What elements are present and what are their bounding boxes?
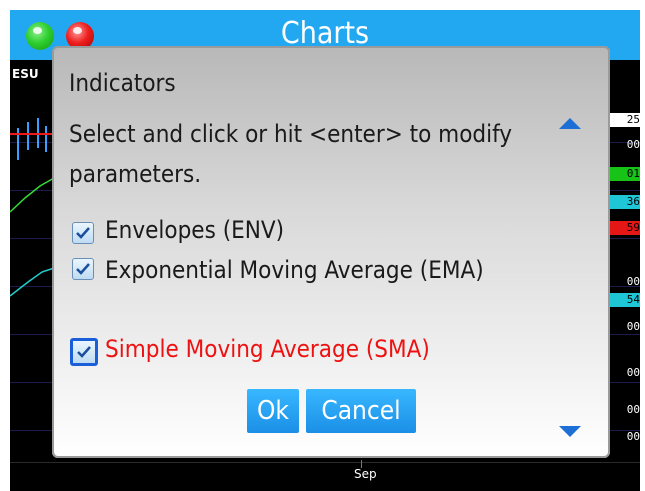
x-axis-line xyxy=(10,462,640,463)
dialog-title: Indicators xyxy=(69,69,176,97)
indicators-dialog: Indicators Select and click or hit <ente… xyxy=(52,46,610,458)
price-tag: 59 xyxy=(606,221,640,235)
price-tag: 54 xyxy=(606,293,640,307)
price-tag: 01 xyxy=(606,167,640,181)
price-tag: 00 xyxy=(626,138,640,151)
chart-symbol: ESU xyxy=(12,67,39,81)
price-tag: 00 xyxy=(626,320,640,333)
price-tag: 00 xyxy=(626,366,640,379)
checkbox[interactable] xyxy=(72,222,94,244)
indicator-label: Simple Moving Average (SMA) xyxy=(105,335,430,363)
checkbox[interactable] xyxy=(72,258,94,280)
scroll-up-icon[interactable] xyxy=(559,118,581,129)
checkbox[interactable] xyxy=(70,338,98,366)
dialog-instruction: Select and click or hit <enter> to modif… xyxy=(69,120,513,188)
indicator-label: Envelopes (ENV) xyxy=(105,216,285,244)
price-tag: 00 xyxy=(626,403,640,416)
ok-button[interactable]: Ok xyxy=(247,389,299,433)
cancel-button[interactable]: Cancel xyxy=(306,389,416,433)
price-tag: 36 xyxy=(606,195,640,209)
indicator-label: Exponential Moving Average (EMA) xyxy=(105,256,484,284)
scroll-down-icon[interactable] xyxy=(559,426,581,437)
x-axis-label: Sep xyxy=(354,467,377,481)
price-tag: 00 xyxy=(626,430,640,443)
price-tag: 00 xyxy=(626,275,640,288)
price-tag: 25 xyxy=(606,113,640,127)
